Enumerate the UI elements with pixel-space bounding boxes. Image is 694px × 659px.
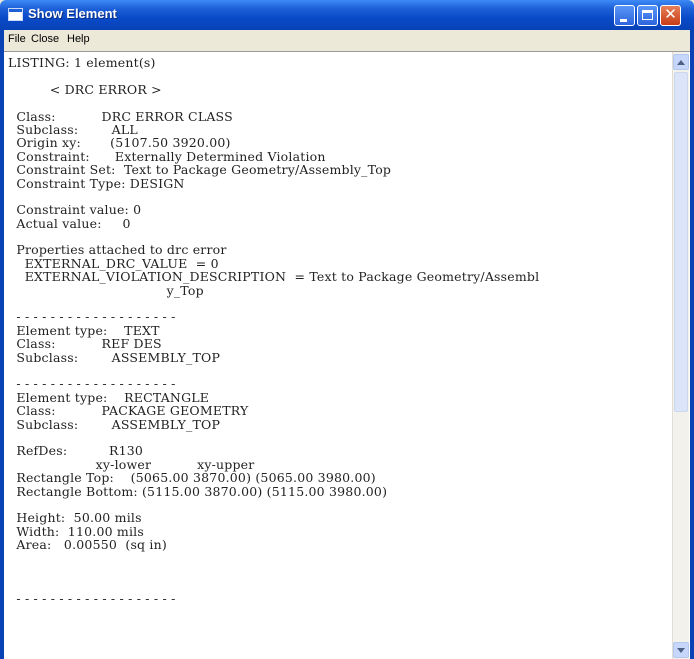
listing-line: Rectangle Top: (5065.00 3870.00) (5065.0…	[8, 470, 376, 486]
listing-line: Class: DRC ERROR CLASS	[8, 108, 233, 124]
listing-line: EXTERNAL_VIOLATION_DESCRIPTION = Text to…	[8, 269, 540, 285]
listing-line: Area: 0.00550 (sq in)	[8, 537, 167, 553]
listing-line: - - - - - - - - - - - - - - - - - - -	[8, 376, 176, 392]
listing-line: Subclass: ALL	[8, 121, 138, 137]
scroll-up-button[interactable]	[673, 54, 689, 70]
listing-line: Constraint: Externally Determined Violat…	[8, 148, 326, 164]
close-icon: ✕	[664, 5, 677, 23]
maximize-button[interactable]	[637, 5, 658, 26]
listing-line: Actual value: 0	[8, 215, 131, 231]
listing-line: Constraint Set: Text to Package Geometry…	[8, 162, 392, 178]
listing-line: LISTING: 1 element(s)	[8, 55, 156, 70]
listing-line	[8, 578, 539, 591]
listing-line: Rectangle Bottom: (5115.00 3870.00) (511…	[8, 483, 388, 499]
listing-line: RefDes: R130	[8, 443, 144, 459]
menu-help[interactable]: Help	[67, 33, 90, 45]
listing-line: Element type: TEXT	[8, 322, 160, 338]
chevron-up-icon	[677, 60, 685, 65]
listing-line: Class: REF DES	[8, 336, 162, 352]
listing-line	[8, 551, 539, 564]
listing-text: LISTING: 1 element(s) < DRC ERROR > Clas…	[8, 56, 539, 605]
listing-line: - - - - - - - - - - - - - - - - - - -	[8, 309, 176, 325]
listing-text-area[interactable]: LISTING: 1 element(s) < DRC ERROR > Clas…	[4, 51, 690, 659]
window-icon	[8, 8, 23, 21]
listing-line	[8, 431, 539, 444]
listing-line	[8, 69, 539, 82]
listing-line: Origin xy: (5107.50 3920.00)	[8, 135, 231, 151]
listing-line: Class: PACKAGE GEOMETRY	[8, 403, 249, 419]
listing-line	[8, 565, 539, 578]
vertical-scrollbar[interactable]	[672, 52, 689, 659]
title-bar[interactable]: Show Element ✕	[0, 0, 694, 30]
listing-line: Properties attached to drc error	[8, 242, 227, 258]
listing-line	[8, 297, 539, 310]
listing-line	[8, 190, 539, 203]
listing-line: Constraint value: 0	[8, 202, 142, 218]
listing-line: - - - - - - - - - - - - - - - - - - -	[8, 590, 176, 606]
listing-line	[8, 230, 539, 243]
close-button[interactable]: ✕	[660, 5, 681, 26]
listing-line: xy-lower xy-upper	[8, 456, 255, 472]
listing-line: y_Top	[8, 282, 204, 298]
listing-line: Height: 50.00 mils	[8, 510, 142, 526]
window-frame-right	[690, 30, 694, 659]
listing-line	[8, 96, 539, 109]
show-element-window: Show Element ✕ File Close Help LISTING: …	[0, 0, 694, 659]
listing-line: Subclass: ASSEMBLY_TOP	[8, 349, 221, 365]
listing-line	[8, 498, 539, 511]
scroll-thumb[interactable]	[674, 72, 688, 412]
listing-line	[8, 364, 539, 377]
listing-line: Subclass: ASSEMBLY_TOP	[8, 416, 221, 432]
listing-line: < DRC ERROR >	[8, 81, 162, 97]
menu-close[interactable]: Close	[31, 33, 59, 45]
scroll-down-button[interactable]	[673, 642, 689, 658]
listing-line: Constraint Type: DESIGN	[8, 175, 185, 191]
minimize-button[interactable]	[614, 5, 635, 26]
chevron-down-icon	[677, 648, 685, 653]
listing-line: Width: 110.00 mils	[8, 523, 144, 539]
menu-file[interactable]: File	[8, 33, 26, 45]
window-title: Show Element	[28, 6, 117, 21]
listing-line: Element type: RECTANGLE	[8, 389, 210, 405]
listing-line: EXTERNAL_DRC_VALUE = 0	[8, 255, 219, 271]
menu-bar: File Close Help	[3, 30, 691, 50]
